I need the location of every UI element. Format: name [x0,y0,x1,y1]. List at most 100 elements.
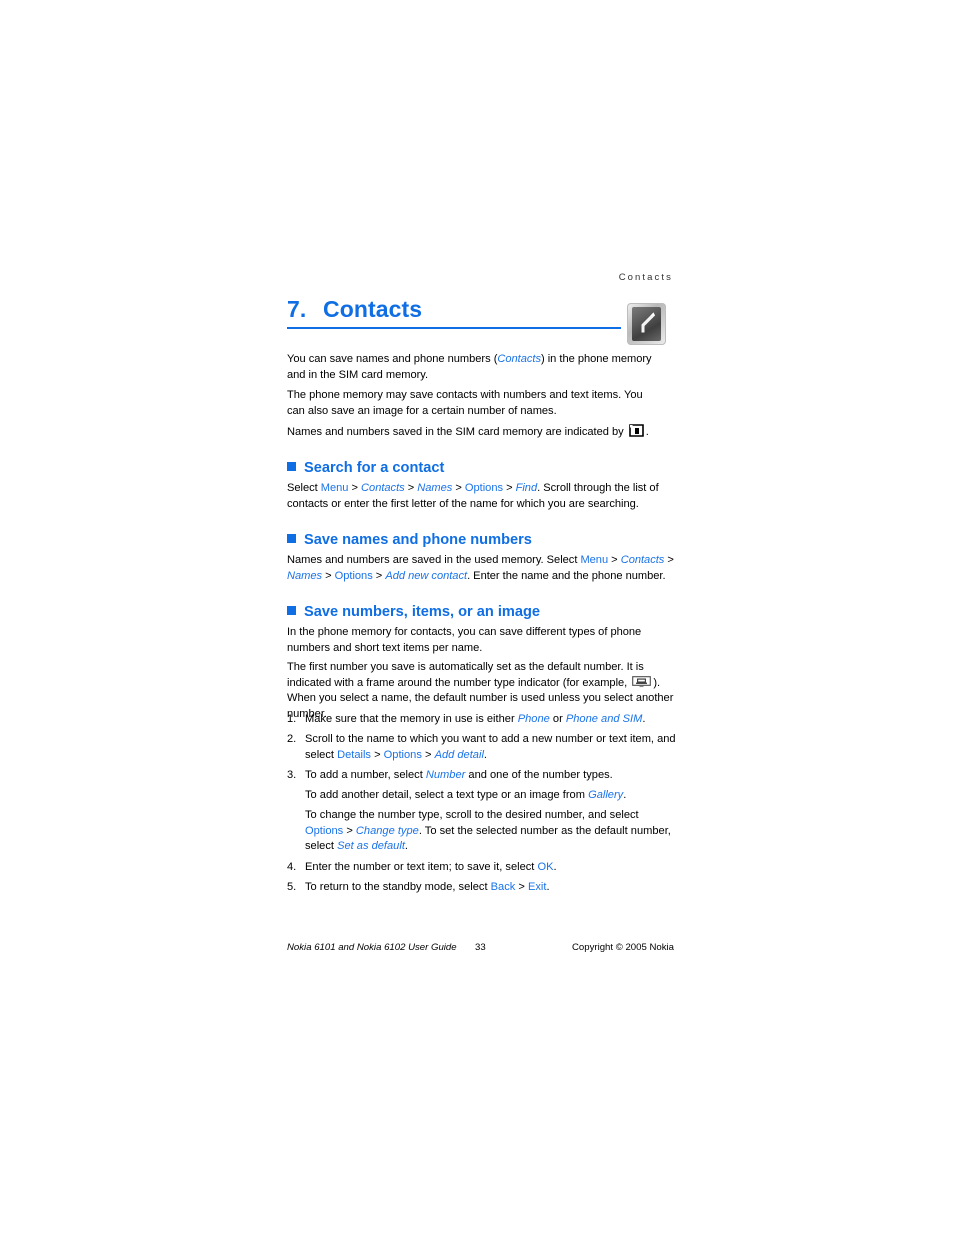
chapter-number: 7. [287,296,307,322]
menu-link[interactable]: Menu [580,554,608,566]
step-text-b: . [642,713,646,725]
options-link[interactable]: Options [335,570,373,582]
step-text-a: To add a number, select [305,769,426,781]
names-link[interactable]: Names [417,482,452,494]
intro-paragraph-3: Names and numbers saved in the SIM card … [287,424,677,441]
path-separator: > [455,482,462,494]
list-item: 2. Scroll to the name to which you want … [287,732,677,763]
step-text-b: . [553,861,557,873]
path-separator: > [374,748,381,761]
intro-p1-text-a: You can save names and phone numbers ( [287,353,498,365]
menu-link[interactable]: Menu [321,482,349,494]
path-separator: > [424,748,432,761]
sim-card-icon [628,424,644,437]
document-page: Contacts 7. Contacts You can save names a… [0,0,954,1235]
step-text-a: Make sure that the memory in use is eith… [305,713,518,725]
footer-page-number: 33 [475,942,486,953]
phone-link[interactable]: Phone [518,713,550,725]
step-text: To add a number, select Number and one o… [305,768,677,784]
step-number: 4. [287,861,297,873]
contacts-link[interactable]: Contacts [621,554,665,566]
contacts-chapter-icon-inner [632,307,661,341]
sub-text-a: To add another detail, select a text typ… [305,789,589,801]
intro-p3-text-b: . [645,426,649,438]
contacts-chapter-icon [627,303,666,345]
page-title: 7. Contacts [287,296,673,323]
list-item: 5. To return to the standby mode, select… [287,880,677,896]
step-text-mid: or [549,713,566,725]
number-type-indicator-icon [632,675,652,688]
step-number: 3. [287,769,297,781]
list-item: 4. Enter the number or text item; to sav… [287,860,677,876]
section-heading-text: Save names and phone numbers [304,532,532,548]
phone-and-sim-link[interactable]: Phone and SIM [566,713,642,725]
names-link[interactable]: Names [287,570,322,582]
running-header: Contacts [618,272,673,283]
step-text-b: and one of the number types. [465,769,613,781]
select-label: Select [287,482,318,494]
footer-guide-title: Nokia 6101 and Nokia 6102 User Guide [287,942,457,953]
step-sub-paragraph: To add another detail, select a text typ… [305,788,677,804]
step-text-b: . [483,748,487,761]
step-text: Make sure that the memory in use is eith… [305,712,677,728]
sub-text-b: . [623,789,627,801]
chapter-header: 7. Contacts [287,296,673,329]
options-link[interactable]: Options [465,482,503,494]
sub-text-a: To change the number type, scroll to the… [305,809,639,821]
section-bullet-icon [287,462,296,471]
section-save-names-body: Names and numbers are saved in the used … [287,553,677,584]
step-sub-paragraph: To change the number type, scroll to the… [305,808,675,855]
gallery-link[interactable]: Gallery [588,789,623,801]
section-bullet-icon [287,606,296,615]
path-separator: > [611,554,618,566]
save-names-tail: . Enter the name and the phone number. [467,569,666,582]
details-link[interactable]: Details [337,749,371,761]
options-link[interactable]: Options [305,825,343,837]
sim-card-glyph-icon [628,424,644,437]
intro-paragraph-2: The phone memory may save contacts with … [287,389,643,417]
add-new-contact-link[interactable]: Add new contact [385,570,467,582]
path-separator: > [351,482,358,494]
save-names-lead: Names and numbers are saved in the used … [287,554,578,566]
section-search-body: Select Menu > Contacts > Names > Options… [287,481,677,512]
section-heading-search-for-a-contact: Search for a contact [287,459,677,477]
contacts-link[interactable]: Contacts [361,482,405,494]
intro-paragraph-1: You can save names and phone numbers (Co… [287,352,659,383]
step-text-b: . [546,881,550,893]
number-link[interactable]: Number [426,769,465,781]
step-text: Scroll to the name to which you want to … [305,732,677,763]
section-heading-save-numbers-items-or-an-image: Save numbers, items, or an image [287,603,677,621]
step-text-a: Enter the number or text item; to save i… [305,861,538,873]
path-separator: > [518,881,525,893]
path-separator: > [506,482,513,494]
path-separator: > [375,569,383,582]
back-link[interactable]: Back [491,881,516,893]
default-number-text-a: The first number you save is automatical… [287,661,644,689]
sub-text-c: . [404,840,408,853]
options-link[interactable]: Options [384,749,422,761]
save-numbers-paragraph-1: In the phone memory for contacts, you ca… [287,626,642,654]
change-type-link[interactable]: Change type [356,825,419,837]
section-bullet-icon [287,534,296,543]
section-heading-text: Save numbers, items, or an image [304,604,541,620]
page-footer: Nokia 6101 and Nokia 6102 User Guide 33 … [287,941,677,955]
list-item: 3. To add a number, select Number and on… [287,768,677,784]
path-separator: > [407,482,415,494]
contacts-inline-link[interactable]: Contacts [497,353,541,365]
intro-p3-text-a: Names and numbers saved in the SIM card … [287,426,624,438]
path-separator: > [667,554,674,566]
section-heading-text: Search for a contact [304,460,445,476]
step-text: To return to the standby mode, select Ba… [305,880,677,896]
step-number: 5. [287,881,297,893]
list-item: 1. Make sure that the memory in use is e… [287,712,677,728]
exit-link[interactable]: Exit [528,881,547,893]
add-detail-link[interactable]: Add detail [435,749,484,761]
step-number: 2. [287,733,297,745]
title-divider [287,327,621,329]
set-as-default-link[interactable]: Set as default [337,840,405,852]
find-link[interactable]: Find [516,482,538,494]
chapter-title-text: Contacts [323,296,423,322]
footer-copyright: Copyright © 2005 Nokia [572,942,674,953]
step-text: Enter the number or text item; to save i… [305,860,677,876]
ok-link[interactable]: OK [537,861,553,873]
